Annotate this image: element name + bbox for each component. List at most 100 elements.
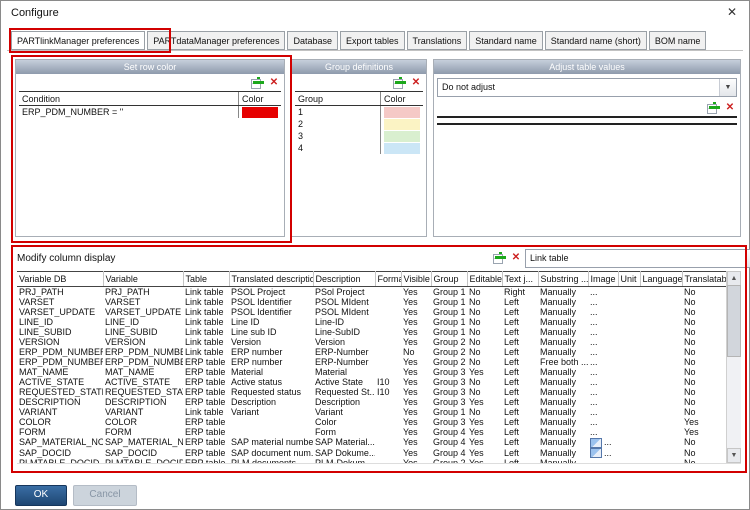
table-row[interactable]: LINE_ID LINE_ID Link table Line ID Line-ID Ye… bbox=[17, 317, 727, 327]
table-row[interactable]: ERP_PDM_NUMBERERP_PDM_NUMBE...Link table… bbox=[17, 347, 727, 357]
column-header-table[interactable]: Table bbox=[183, 271, 230, 287]
add-row-color-icon[interactable] bbox=[251, 76, 264, 89]
close-icon[interactable]: ✕ bbox=[727, 5, 737, 19]
image-ellipsis-button[interactable]: ... bbox=[588, 327, 618, 337]
column-header-editable[interactable]: Editable bbox=[467, 271, 503, 287]
add-column-icon[interactable] bbox=[493, 251, 506, 264]
adjust-mode-dropdown[interactable]: Do not adjust ▼ bbox=[437, 78, 737, 97]
group-color-cell[interactable] bbox=[380, 130, 423, 142]
column-header-image[interactable]: Image bbox=[588, 271, 619, 287]
table-row[interactable]: COLOR COLOR ERP table Color Yes Group 3 Yes Lef… bbox=[17, 417, 727, 427]
group-color-swatch[interactable] bbox=[384, 118, 420, 130]
image-ellipsis-button[interactable]: ... bbox=[588, 297, 618, 307]
add-adjust-value-icon[interactable] bbox=[707, 101, 720, 114]
chevron-down-icon[interactable]: ▼ bbox=[719, 79, 736, 96]
table-row[interactable]: VARSET_UPDATE VARSET_UPDATE Link table PSOL… bbox=[17, 307, 727, 317]
group-row[interactable]: 1 bbox=[295, 105, 423, 118]
column-header-translatable[interactable]: Translatable bbox=[682, 271, 728, 287]
tab-partdatamanager-preferences[interactable]: PARTdataManager preferences bbox=[147, 31, 286, 50]
tab-partlinkmanager-preferences[interactable]: PARTlinkManager preferences bbox=[11, 31, 146, 50]
image-ellipsis-button[interactable]: ... bbox=[588, 387, 618, 397]
condition-cell[interactable]: ERP_PDM_NUMBER = '' bbox=[19, 106, 239, 119]
cell-editable: Yes bbox=[469, 367, 484, 377]
table-select-dropdown[interactable]: Link table ▼ bbox=[525, 249, 750, 268]
tab-export-tables[interactable]: Export tables bbox=[340, 31, 405, 50]
table-row[interactable]: SAP_DOCID SAP_DOCID ERP table SAP document … bbox=[17, 448, 727, 459]
table-row[interactable]: SAP_MATERIAL_NO SAP_MATERIAL_NO ERP table S… bbox=[17, 437, 727, 448]
group-color-cell[interactable] bbox=[380, 118, 423, 130]
group-row[interactable]: 4 bbox=[295, 142, 423, 154]
image-ellipsis-button[interactable]: ... bbox=[588, 317, 618, 327]
column-header-description[interactable]: Description bbox=[313, 271, 376, 287]
table-row[interactable]: PRJ_PATH PRJ_PATH Link table PSOL Project PS… bbox=[17, 287, 727, 298]
scrollbar-thumb[interactable] bbox=[727, 285, 741, 357]
cell-group: Group 2 bbox=[433, 357, 466, 367]
ok-button[interactable]: OK bbox=[15, 485, 67, 506]
column-header-language[interactable]: Language bbox=[640, 271, 683, 287]
group-color-swatch[interactable] bbox=[384, 142, 420, 154]
image-ellipsis-button[interactable]: ... bbox=[588, 337, 618, 347]
image-ellipsis-button[interactable]: ... bbox=[588, 448, 618, 459]
image-ellipsis-button[interactable]: ... bbox=[588, 407, 618, 417]
table-row[interactable]: VARSET VARSET Link table PSOL Identifier PSO… bbox=[17, 297, 727, 307]
column-header-unit[interactable]: Unit bbox=[618, 271, 641, 287]
column-header-format[interactable]: Format bbox=[375, 271, 402, 287]
delete-group-icon[interactable]: ✕ bbox=[410, 76, 422, 89]
column-header-group[interactable]: Group bbox=[431, 271, 468, 287]
chevron-down-icon[interactable]: ▼ bbox=[745, 250, 750, 267]
table-row[interactable]: FORM FORM ERP table Form Yes Group 4 Yes Left Ma… bbox=[17, 427, 727, 437]
image-ellipsis-button[interactable]: ... bbox=[588, 377, 618, 387]
cell-translated-description: Active status bbox=[231, 377, 283, 387]
cell-table: Link table bbox=[185, 407, 224, 417]
delete-adjust-value-icon[interactable]: ✕ bbox=[724, 101, 736, 114]
column-header-text-j[interactable]: Text j... bbox=[502, 271, 539, 287]
cell-format bbox=[375, 407, 401, 417]
group-color-swatch[interactable] bbox=[384, 106, 420, 118]
tab-standard-name-short[interactable]: Standard name (short) bbox=[544, 31, 647, 50]
tab-standard-name[interactable]: Standard name bbox=[469, 31, 543, 50]
group-color-swatch[interactable] bbox=[384, 130, 420, 142]
table-row[interactable]: DESCRIPTION DESCRIPTION ERP table Descripti… bbox=[17, 397, 727, 407]
delete-row-color-icon[interactable]: ✕ bbox=[268, 76, 280, 89]
cancel-button[interactable]: Cancel bbox=[73, 485, 137, 506]
column-header-variable-db[interactable]: Variable DB bbox=[17, 271, 104, 287]
color-swatch[interactable] bbox=[242, 106, 278, 118]
image-ellipsis-button[interactable]: ... bbox=[588, 458, 618, 463]
table-row[interactable]: VERSION VERSION Link table Version Version Ye… bbox=[17, 337, 727, 347]
table-row[interactable]: MAT_NAME MAT_NAME ERP table Material Materia… bbox=[17, 367, 727, 377]
table-row[interactable]: VARIANT VARIANT Link table Variant Variant Ye… bbox=[17, 407, 727, 417]
column-header-substring[interactable]: Substring ... bbox=[538, 271, 589, 287]
group-row[interactable]: 2 bbox=[295, 118, 423, 130]
image-ellipsis-button[interactable]: ... bbox=[588, 367, 618, 377]
image-ellipsis-button[interactable]: ... bbox=[588, 427, 618, 437]
image-ellipsis-button[interactable]: ... bbox=[588, 307, 618, 317]
scroll-up-icon[interactable]: ▲ bbox=[727, 271, 741, 286]
column-header-visible[interactable]: Visible bbox=[401, 271, 432, 287]
group-row[interactable]: 3 bbox=[295, 130, 423, 142]
add-group-icon[interactable] bbox=[393, 76, 406, 89]
table-row[interactable]: ACTIVE_STATE ACTIVE_STATE ERP table Active … bbox=[17, 377, 727, 387]
image-ellipsis-button[interactable]: ... bbox=[588, 347, 618, 357]
table-row[interactable]: LINE_SUBID LINE_SUBID Link table Line sub I… bbox=[17, 327, 727, 337]
image-ellipsis-button[interactable]: ... bbox=[588, 417, 618, 427]
table-row[interactable]: ERP_PDM_NUMBERERP_PDM_NUMBERERP tableERP… bbox=[17, 357, 727, 367]
group-color-cell[interactable] bbox=[380, 105, 423, 118]
scroll-down-icon[interactable]: ▼ bbox=[727, 448, 741, 463]
column-header-variable[interactable]: Variable bbox=[103, 271, 184, 287]
tab-translations[interactable]: Translations bbox=[406, 31, 468, 50]
image-ellipsis-button[interactable]: ... bbox=[588, 357, 618, 367]
table-row[interactable]: PLMTABLE_DOCID PLMTABLE_DOCID ERP table PLM… bbox=[17, 458, 727, 463]
image-ellipsis-button[interactable]: ... bbox=[588, 287, 618, 298]
vertical-scrollbar[interactable]: ▲ ▼ bbox=[726, 271, 741, 463]
image-ellipsis-button[interactable]: ... bbox=[588, 437, 618, 448]
color-cell[interactable] bbox=[238, 105, 281, 118]
image-ellipsis-button[interactable]: ... bbox=[588, 397, 618, 407]
delete-column-icon[interactable]: ✕ bbox=[510, 251, 522, 264]
table-row[interactable]: REQUESTED_STATEREQUESTED_STATEERP tableR… bbox=[17, 387, 727, 397]
row-color-row[interactable]: ERP_PDM_NUMBER = '' bbox=[19, 105, 281, 119]
group-color-cell[interactable] bbox=[380, 142, 423, 154]
tab-bom-name[interactable]: BOM name bbox=[648, 31, 707, 50]
tab-database[interactable]: Database bbox=[287, 31, 339, 50]
column-header-translated-description[interactable]: Translated description bbox=[229, 271, 314, 287]
cell-translated-description bbox=[229, 417, 313, 427]
